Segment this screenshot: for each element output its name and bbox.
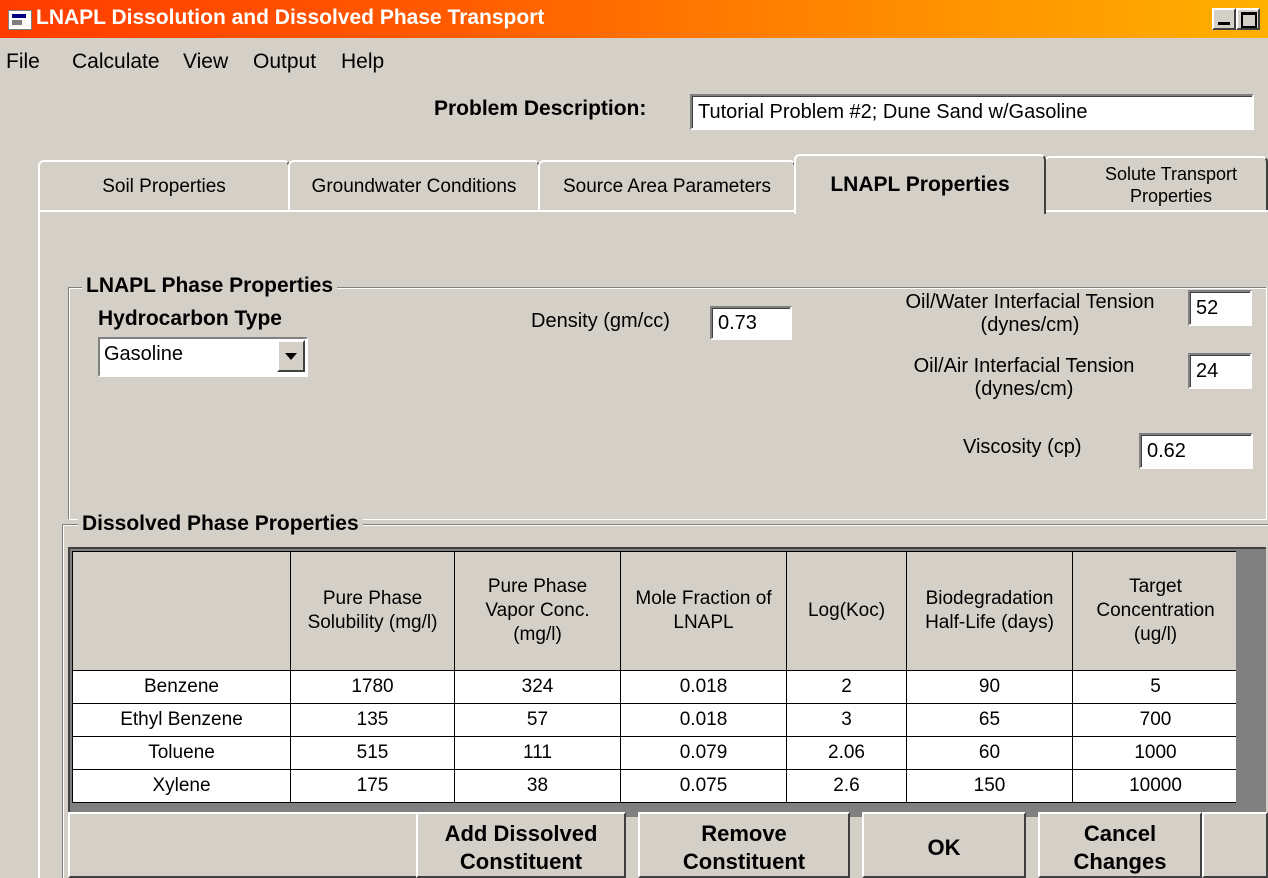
tab-label: Solute Transport Properties	[1104, 164, 1238, 206]
oil-air-tension-label: Oil/Air Interfacial Tension (dynes/cm)	[884, 355, 1164, 401]
chevron-down-icon[interactable]	[277, 340, 305, 372]
table-cell[interactable]: 0.018	[620, 703, 787, 737]
table-cell[interactable]: 57	[454, 703, 621, 737]
column-header-mole-fraction[interactable]: Mole Fraction of LNAPL	[620, 551, 787, 671]
table-cell[interactable]: 515	[290, 736, 455, 770]
oil-water-tension-input[interactable]	[1188, 290, 1252, 326]
column-header-half-life[interactable]: Biodegradation Half-Life (days)	[906, 551, 1073, 671]
oil-air-tension-label-line1: Oil/Air Interfacial Tension	[913, 355, 1135, 377]
table-cell[interactable]: 1780	[290, 670, 455, 704]
menu-calculate[interactable]: Calculate	[72, 50, 160, 74]
dissolved-constituents-grid[interactable]: Pure Phase Solubility (mg/l) Pure Phase …	[68, 547, 1266, 817]
table-cell[interactable]: 111	[454, 736, 621, 770]
table-cell[interactable]: 90	[906, 670, 1073, 704]
table-cell[interactable]: 10000	[1072, 769, 1239, 803]
column-header-solubility[interactable]: Pure Phase Solubility (mg/l)	[290, 551, 455, 671]
viscosity-label: Viscosity (cp)	[963, 436, 1082, 458]
table-cell[interactable]: 175	[290, 769, 455, 803]
column-header-target-concentration[interactable]: Target Concentration (ug/l)	[1072, 551, 1239, 671]
column-header-text: Pure Phase Solubility (mg/l)	[307, 588, 438, 633]
table-cell[interactable]: 324	[454, 670, 621, 704]
remove-constituent-button[interactable]: Remove Constituent	[638, 812, 850, 878]
cancel-changes-button[interactable]: Cancel Changes	[1038, 812, 1202, 878]
window-title: LNAPL Dissolution and Dissolved Phase Tr…	[36, 6, 545, 29]
table-header-row: Pure Phase Solubility (mg/l) Pure Phase …	[72, 551, 1239, 671]
table-row[interactable]: Ethyl Benzene 135 57 0.018 3 65 700	[72, 703, 1239, 737]
row-header[interactable]: Ethyl Benzene	[72, 703, 291, 737]
tab-label: Groundwater Conditions	[311, 176, 517, 197]
table-cell[interactable]: 60	[906, 736, 1073, 770]
blank-button-area	[68, 812, 418, 878]
row-header[interactable]: Xylene	[72, 769, 291, 803]
ok-button[interactable]: OK	[862, 812, 1026, 878]
table-cell[interactable]: 2.06	[786, 736, 907, 770]
tab-label: Soil Properties	[102, 176, 226, 197]
table-cell[interactable]: 2	[786, 670, 907, 704]
oil-air-tension-label-line2: (dynes/cm)	[974, 378, 1074, 400]
density-input[interactable]	[710, 306, 792, 340]
table-cell[interactable]: 2.6	[786, 769, 907, 803]
column-header-vapor-conc[interactable]: Pure Phase Vapor Conc. (mg/l)	[454, 551, 621, 671]
title-bar: LNAPL Dissolution and Dissolved Phase Tr…	[0, 0, 1268, 38]
button-label: Cancel Changes	[1073, 821, 1167, 874]
column-header-text: Mole Fraction of LNAPL	[635, 588, 772, 633]
column-header-text: Target Concentration (ug/l)	[1096, 576, 1215, 645]
table-cell[interactable]: 700	[1072, 703, 1239, 737]
table-cell[interactable]: 0.075	[620, 769, 787, 803]
column-header-text: Pure Phase Vapor Conc. (mg/l)	[485, 576, 590, 645]
row-header[interactable]: Toluene	[72, 736, 291, 770]
table-cell[interactable]: 38	[454, 769, 621, 803]
table-cell[interactable]: 5	[1072, 670, 1239, 704]
tab-label: Source Area Parameters	[562, 176, 772, 197]
oil-water-tension-label-line1: Oil/Water Interfacial Tension	[905, 291, 1155, 313]
menu-output[interactable]: Output	[253, 50, 316, 74]
column-header-text: Biodegradation Half-Life (days)	[925, 588, 1054, 633]
constituents-table: Pure Phase Solubility (mg/l) Pure Phase …	[72, 551, 1239, 803]
dissolved-phase-properties-title: Dissolved Phase Properties	[78, 512, 363, 536]
problem-description-input[interactable]	[690, 94, 1254, 130]
oil-water-tension-label: Oil/Water Interfacial Tension (dynes/cm)	[890, 291, 1170, 337]
table-row[interactable]: Benzene 1780 324 0.018 2 90 5	[72, 670, 1239, 704]
table-cell[interactable]: 0.079	[620, 736, 787, 770]
column-header-text: Log(Koc)	[807, 600, 886, 621]
viscosity-input[interactable]	[1139, 433, 1253, 469]
tab-lnapl-properties[interactable]: LNAPL Properties	[794, 154, 1046, 214]
problem-description-label: Problem Description:	[434, 97, 647, 120]
column-header-blank	[72, 551, 291, 671]
density-label: Density (gm/cc)	[531, 310, 670, 332]
menu-help[interactable]: Help	[341, 50, 384, 74]
button-label: Remove Constituent	[682, 821, 806, 874]
table-cell[interactable]: 3	[786, 703, 907, 737]
table-cell[interactable]: 0.018	[620, 670, 787, 704]
button-label: Add Dissolved Constituent	[444, 821, 598, 874]
menu-file[interactable]: File	[6, 50, 40, 74]
hydrocarbon-type-value: Gasoline	[104, 343, 183, 365]
button-label: OK	[927, 835, 961, 860]
minimize-icon[interactable]	[1212, 8, 1236, 30]
table-cell[interactable]: 150	[906, 769, 1073, 803]
hydrocarbon-type-label: Hydrocarbon Type	[98, 307, 282, 330]
oil-water-tension-label-line2: (dynes/cm)	[980, 314, 1080, 336]
table-row[interactable]: Toluene 515 111 0.079 2.06 60 1000	[72, 736, 1239, 770]
tab-solute-transport-properties[interactable]: Solute Transport Properties	[1044, 156, 1268, 212]
oil-air-tension-input[interactable]	[1188, 353, 1252, 389]
tab-source-area-parameters[interactable]: Source Area Parameters	[538, 160, 796, 212]
tab-soil-properties[interactable]: Soil Properties	[38, 160, 290, 212]
grid-scroll-area[interactable]	[1236, 549, 1266, 815]
table-cell[interactable]: 65	[906, 703, 1073, 737]
row-header[interactable]: Benzene	[72, 670, 291, 704]
add-dissolved-constituent-button[interactable]: Add Dissolved Constituent	[416, 812, 626, 878]
table-row[interactable]: Xylene 175 38 0.075 2.6 150 10000	[72, 769, 1239, 803]
lnapl-phase-properties-title: LNAPL Phase Properties	[82, 274, 338, 298]
tab-label: LNAPL Properties	[830, 173, 1010, 196]
table-cell[interactable]: 135	[290, 703, 455, 737]
menu-view[interactable]: View	[183, 50, 228, 74]
maximize-icon[interactable]	[1236, 8, 1260, 30]
tab-groundwater-conditions[interactable]: Groundwater Conditions	[288, 160, 540, 212]
blank-button-area-right	[1202, 812, 1268, 878]
table-cell[interactable]: 1000	[1072, 736, 1239, 770]
hydrocarbon-type-select[interactable]: Gasoline	[98, 337, 308, 377]
app-icon	[8, 10, 32, 30]
column-header-log-koc[interactable]: Log(Koc)	[786, 551, 907, 671]
